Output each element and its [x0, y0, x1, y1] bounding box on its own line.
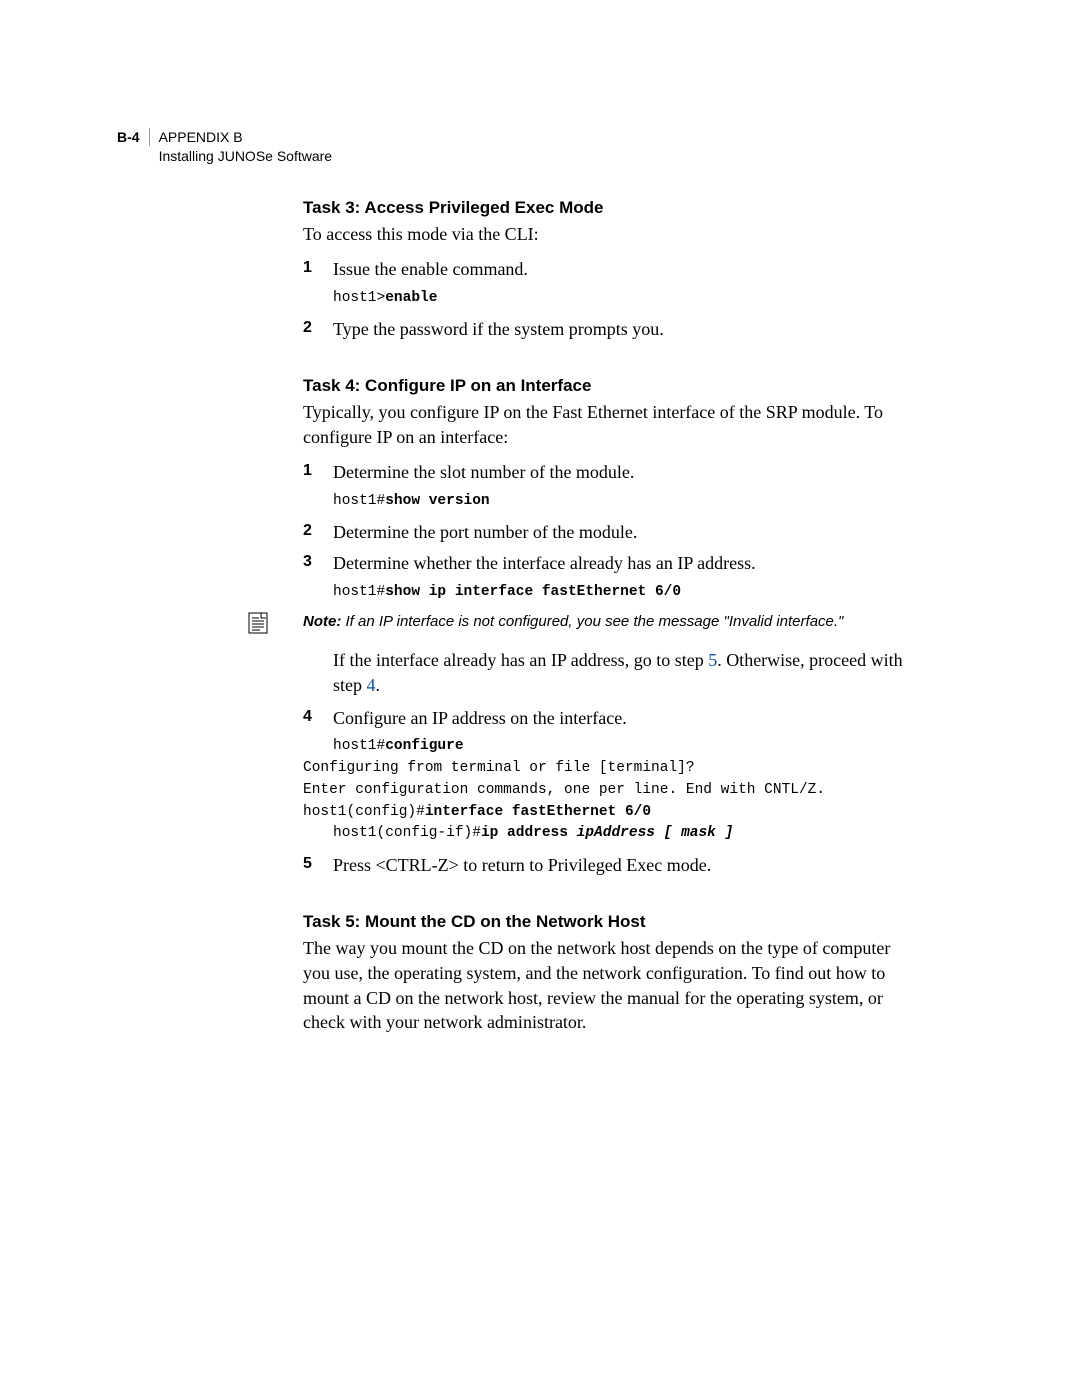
task4-code4-l4: host1(config)#interface fastEthernet 6/0: [303, 802, 903, 824]
task4-step2: 2 Determine the port number of the modul…: [303, 520, 903, 545]
page-content: Task 3: Access Privileged Exec Mode To a…: [303, 198, 903, 1045]
step-number: 1: [303, 257, 333, 282]
header-meta: APPENDIX B Installing JUNOSe Software: [150, 128, 333, 166]
task3-title: Task 3: Access Privileged Exec Mode: [303, 198, 903, 218]
step-number: 5: [303, 853, 333, 878]
step-text: Type the password if the system prompts …: [333, 317, 903, 342]
task4-code4-l2: Configuring from terminal or file [termi…: [303, 758, 903, 780]
step-number: 3: [303, 551, 333, 576]
task3-step1: 1 Issue the enable command.: [303, 257, 903, 282]
task4-step3: 3 Determine whether the interface alread…: [303, 551, 903, 576]
step-text: Configure an IP address on the interface…: [333, 706, 903, 731]
task4-step1: 1 Determine the slot number of the modul…: [303, 460, 903, 485]
note-text: Note: If an IP interface is not configur…: [303, 612, 843, 632]
task4-code3: host1#show ip interface fastEthernet 6/0: [333, 582, 903, 604]
task4-after-note: If the interface already has an IP addre…: [303, 648, 903, 698]
task4-code1: host1#show version: [333, 491, 903, 513]
task5-title: Task 5: Mount the CD on the Network Host: [303, 912, 903, 932]
task4-intro: Typically, you configure IP on the Fast …: [303, 400, 903, 450]
task4-code4-l1: host1#configure: [333, 736, 903, 758]
step-text: Determine the port number of the module.: [333, 520, 903, 545]
step-number: 2: [303, 520, 333, 545]
step-text: Issue the enable command.: [333, 257, 903, 282]
note-row: Note: If an IP interface is not configur…: [248, 612, 903, 634]
step-text: Determine whether the interface already …: [333, 551, 903, 576]
task4-code4-l5: host1(config-if)#ip address ipAddress [ …: [333, 823, 903, 845]
step-number: 2: [303, 317, 333, 342]
step-number: 4: [303, 706, 333, 731]
task3-step2: 2 Type the password if the system prompt…: [303, 317, 903, 342]
page-header: B-4 APPENDIX B Installing JUNOSe Softwar…: [117, 128, 332, 166]
xref-step4[interactable]: 4: [367, 675, 376, 695]
task4-step5: 5 Press <CTRL-Z> to return to Privileged…: [303, 853, 903, 878]
task4-code4-l3: Enter configuration commands, one per li…: [303, 780, 903, 802]
task3-intro: To access this mode via the CLI:: [303, 222, 903, 247]
page-number: B-4: [117, 128, 150, 146]
appendix-label: APPENDIX B: [159, 128, 333, 147]
step-text: If the interface already has an IP addre…: [333, 648, 903, 698]
task4-step4: 4 Configure an IP address on the interfa…: [303, 706, 903, 731]
xref-step5[interactable]: 5: [708, 650, 717, 670]
task3-code1: host1>enable: [333, 288, 903, 310]
task4-title: Task 4: Configure IP on an Interface: [303, 376, 903, 396]
step-text: Determine the slot number of the module.: [333, 460, 903, 485]
step-number: 1: [303, 460, 333, 485]
appendix-subtitle: Installing JUNOSe Software: [159, 147, 333, 166]
note-icon: [248, 612, 303, 634]
step-text: Press <CTRL-Z> to return to Privileged E…: [333, 853, 903, 878]
task5-body: The way you mount the CD on the network …: [303, 936, 903, 1035]
